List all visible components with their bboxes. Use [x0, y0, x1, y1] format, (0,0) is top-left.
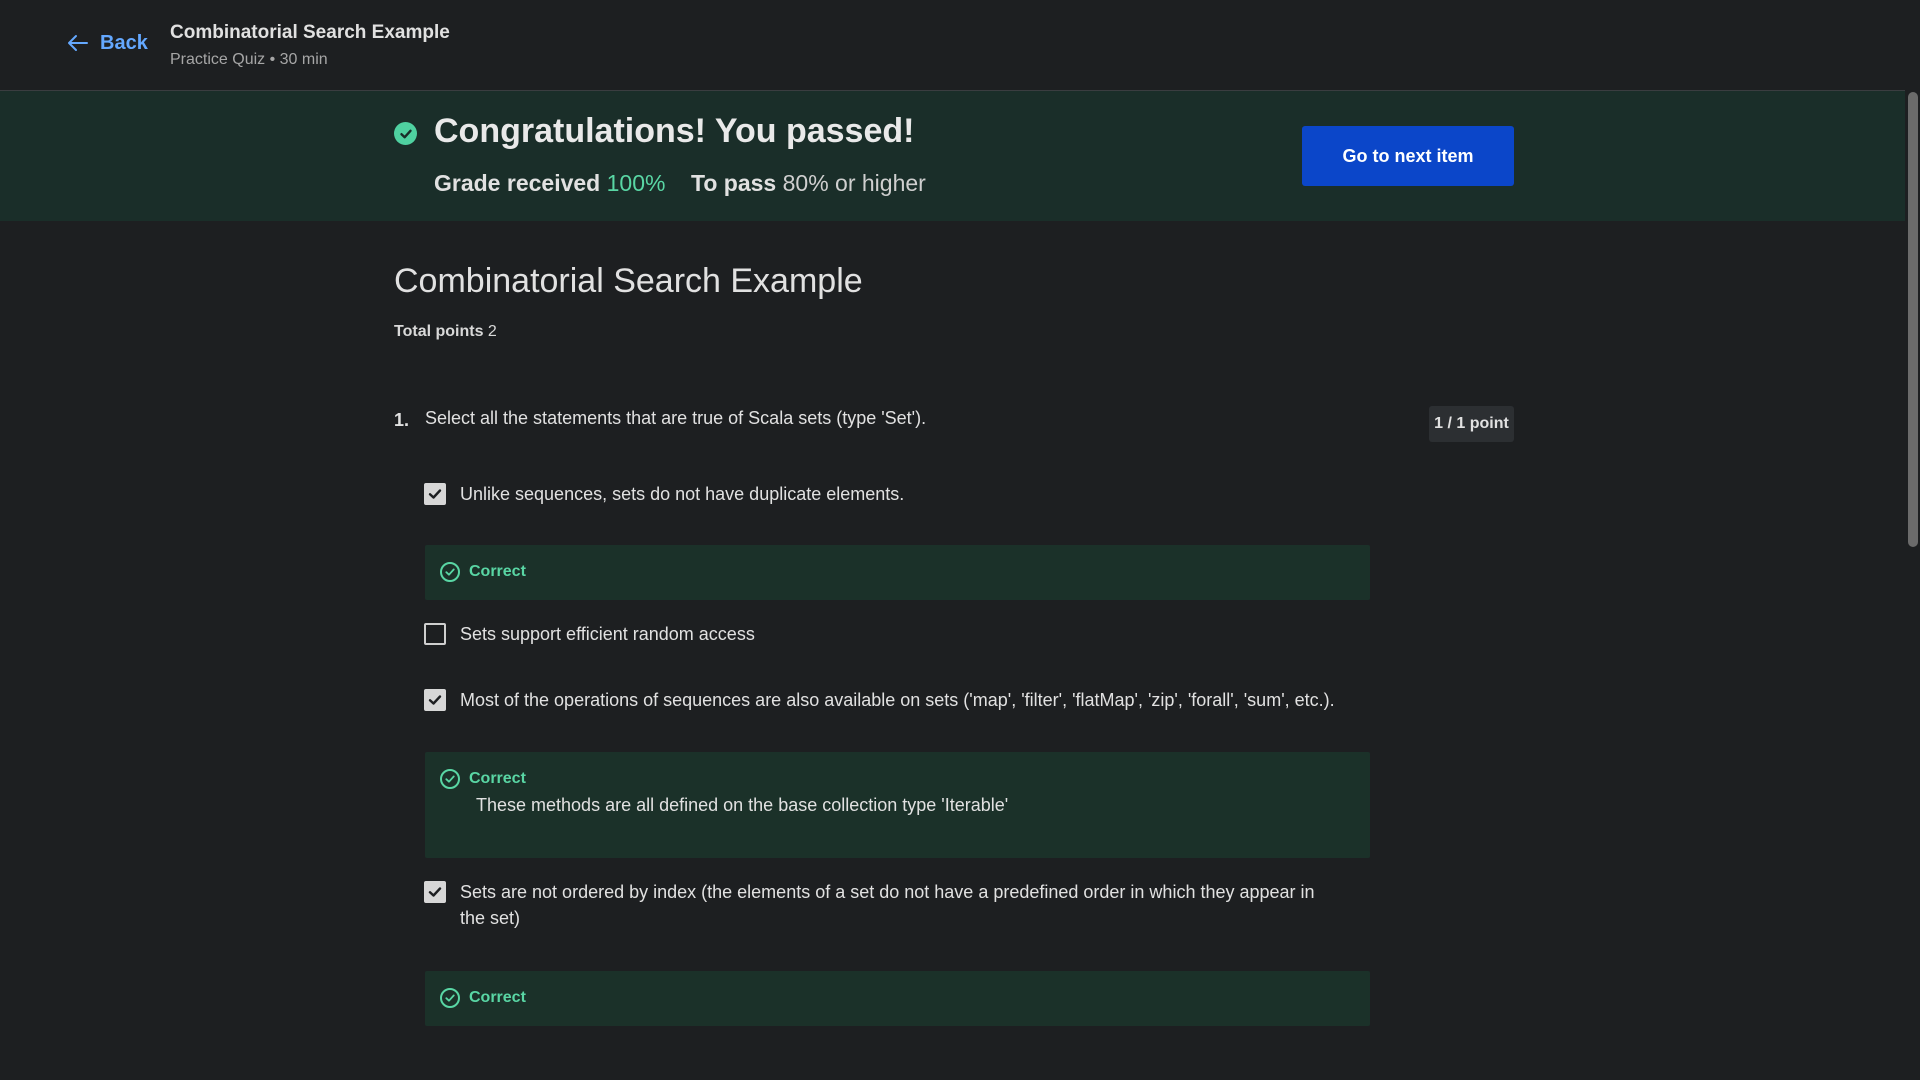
grade-label: Grade received [434, 170, 601, 196]
result-banner [0, 91, 1905, 221]
checkbox-checked[interactable] [424, 483, 446, 505]
answer-option-label: Most of the operations of sequences are … [460, 690, 1335, 710]
checkmark-icon [428, 887, 442, 897]
feedback-label: Correct [469, 989, 526, 1006]
points-badge: 1 / 1 point [1429, 406, 1514, 442]
back-link[interactable]: Back [66, 31, 148, 55]
answer-option-label: Sets support efficient random access [460, 624, 755, 644]
answer-option[interactable]: Sets are not ordered by index (the eleme… [424, 879, 1344, 931]
check-circle-outline-icon [440, 562, 460, 582]
answer-option-label: Sets are not ordered by index (the eleme… [460, 882, 1315, 928]
feedback-correct: Correct These methods are all defined on… [425, 752, 1370, 858]
feedback-correct: Correct [425, 545, 1370, 600]
total-points-value: 2 [487, 323, 497, 340]
check-circle-outline-icon [440, 769, 460, 789]
header-subtitle: Practice Quiz • 30 min [170, 51, 328, 68]
top-bar: Back Combinatorial Search Example Practi… [0, 0, 1905, 91]
answer-option[interactable]: Unlike sequences, sets do not have dupli… [424, 481, 904, 507]
go-to-next-item-button[interactable]: Go to next item [1302, 126, 1514, 186]
header-title: Combinatorial Search Example [170, 22, 450, 43]
check-circle-outline-icon [440, 988, 460, 1008]
question-number: 1. [394, 410, 410, 430]
feedback-header: Correct [440, 769, 1370, 789]
grade-summary: Grade received 100% To pass 80% or highe… [434, 170, 926, 197]
answer-option-label: Unlike sequences, sets do not have dupli… [460, 484, 905, 504]
checkbox-checked[interactable] [424, 881, 446, 903]
feedback-correct: Correct [425, 971, 1370, 1026]
feedback-header: Correct [440, 562, 1370, 582]
feedback-explanation: These methods are all defined on the bas… [476, 795, 1009, 815]
grade-value: 100% [606, 170, 666, 196]
total-points: Total points 2 [394, 323, 497, 341]
back-label: Back [100, 31, 148, 54]
checkbox-unchecked[interactable] [424, 623, 446, 645]
scrollbar-thumb[interactable] [1908, 92, 1918, 547]
header-title-block: Combinatorial Search Example Practice Qu… [170, 22, 450, 69]
checkbox-checked[interactable] [424, 689, 446, 711]
total-points-label: Total points [394, 323, 484, 340]
pass-value: 80% or higher [782, 170, 926, 196]
feedback-label: Correct [469, 563, 526, 580]
question-text: Select all the statements that are true … [425, 408, 927, 428]
banner-headline: Congratulations! You passed! [434, 112, 915, 150]
checkmark-icon [428, 695, 442, 705]
feedback-header: Correct [440, 988, 1370, 1008]
check-circle-filled-icon [394, 122, 417, 145]
checkmark-icon [428, 489, 442, 499]
arrow-left-icon [68, 35, 88, 51]
pass-label: To pass [691, 170, 777, 196]
feedback-label: Correct [469, 770, 526, 787]
answer-option[interactable]: Most of the operations of sequences are … [424, 687, 1335, 713]
answer-option[interactable]: Sets support efficient random access [424, 621, 755, 647]
quiz-title: Combinatorial Search Example [394, 262, 863, 300]
